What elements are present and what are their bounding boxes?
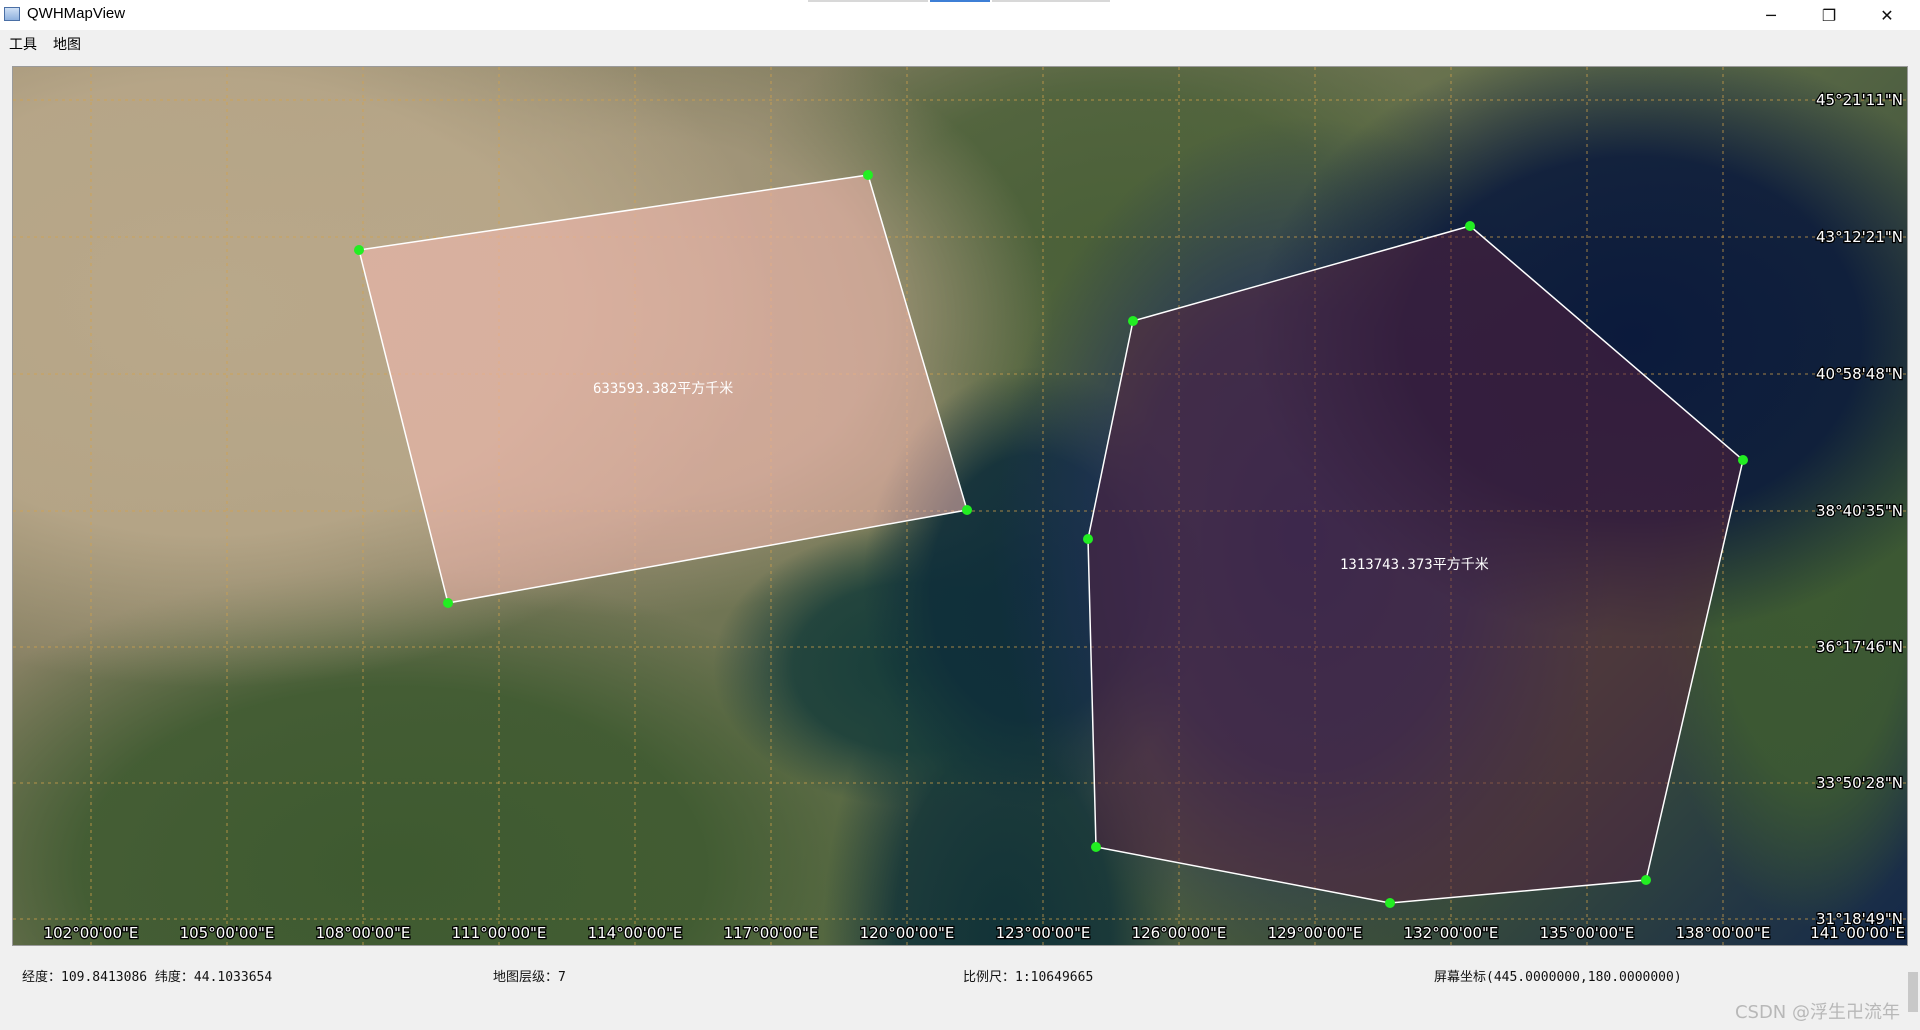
watermark: CSDN @浮生卍流年: [1734, 1002, 1900, 1023]
title-bar: QWHMapView ─ ❐ ✕: [0, 0, 1920, 30]
status-screen-coordinates: 屏幕坐标(445.0000000,180.0000000): [1434, 970, 1682, 985]
latitude-labels: 45°21'11"N 43°12'21"N 40°58'48"N 38°40'3…: [1815, 90, 1905, 930]
lon-label: 114°00'00"E: [588, 924, 683, 942]
lat-label: 40°58'48"N: [1816, 365, 1903, 383]
lon-label: 111°00'00"E: [452, 924, 547, 942]
lat-label: 43°12'21"N: [1816, 228, 1903, 246]
lon-label: 126°00'00"E: [1132, 924, 1227, 942]
menu-tools[interactable]: 工具: [9, 34, 37, 54]
lat-label: 33°50'28"N: [1816, 774, 1903, 792]
map-view[interactable]: 633593.382平方千米 1313743.373平方千米 45°21'11"…: [12, 66, 1908, 946]
lon-label: 117°00'00"E: [724, 924, 819, 942]
measure-polygon-2[interactable]: 1313743.373平方千米: [1083, 221, 1748, 908]
tab-strip-active: [930, 0, 990, 2]
polygon-vertex[interactable]: [1641, 875, 1651, 885]
tab-strip: [808, 0, 928, 2]
lon-label: 120°00'00"E: [860, 924, 955, 942]
polygon-vertex[interactable]: [863, 170, 873, 180]
lon-label: 123°00'00"E: [996, 924, 1091, 942]
lon-label: 138°00'00"E: [1676, 924, 1771, 942]
polygon-vertex[interactable]: [1465, 221, 1475, 231]
restore-button[interactable]: ❐: [1800, 0, 1858, 30]
lon-label: 108°00'00"E: [316, 924, 411, 942]
status-scale: 比例尺：1:10649665: [963, 970, 1094, 985]
lon-label: 102°00'00"E: [44, 924, 139, 942]
app-icon: [4, 7, 20, 21]
tab-strip: [992, 0, 1110, 2]
longitude-labels: 102°00'00"E 105°00'00"E 108°00'00"E 111°…: [42, 923, 1906, 944]
resize-grip[interactable]: [1908, 972, 1918, 1012]
menu-map[interactable]: 地图: [53, 34, 81, 54]
status-coordinates: 经度：109.8413086 纬度：44.1033654: [22, 970, 273, 985]
window-title: QWHMapView: [27, 5, 126, 22]
menu-bar: 工具 地图: [0, 30, 1920, 54]
measure-polygon-1[interactable]: 633593.382平方千米: [354, 170, 972, 608]
area-label: 1313743.373平方千米: [1340, 557, 1489, 573]
status-zoom-level: 地图层级：7: [493, 970, 566, 985]
area-label: 633593.382平方千米: [593, 381, 733, 397]
close-button[interactable]: ✕: [1858, 0, 1916, 30]
polygon-vertex[interactable]: [1128, 316, 1138, 326]
lon-label: 135°00'00"E: [1540, 924, 1635, 942]
polygon-vertex[interactable]: [354, 245, 364, 255]
lon-label: 105°00'00"E: [180, 924, 275, 942]
map-overlay: 633593.382平方千米 1313743.373平方千米 45°21'11"…: [13, 67, 1907, 945]
polygon-vertex[interactable]: [1083, 534, 1093, 544]
polygon-vertex[interactable]: [1738, 455, 1748, 465]
polygon-vertex[interactable]: [443, 598, 453, 608]
lat-label: 36°17'46"N: [1816, 638, 1903, 656]
polygon-vertex[interactable]: [962, 505, 972, 515]
status-bar: 经度：109.8413086 纬度：44.1033654 地图层级：7 比例尺：…: [0, 958, 1920, 998]
polygon-vertex[interactable]: [1091, 842, 1101, 852]
lat-label: 45°21'11"N: [1816, 91, 1903, 109]
minimize-button[interactable]: ─: [1742, 0, 1800, 30]
lat-label: 38°40'35"N: [1816, 502, 1903, 520]
polygon-vertex[interactable]: [1385, 898, 1395, 908]
lon-label: 141°00'00"E: [1810, 924, 1905, 942]
lon-label: 132°00'00"E: [1404, 924, 1499, 942]
lon-label: 129°00'00"E: [1268, 924, 1363, 942]
